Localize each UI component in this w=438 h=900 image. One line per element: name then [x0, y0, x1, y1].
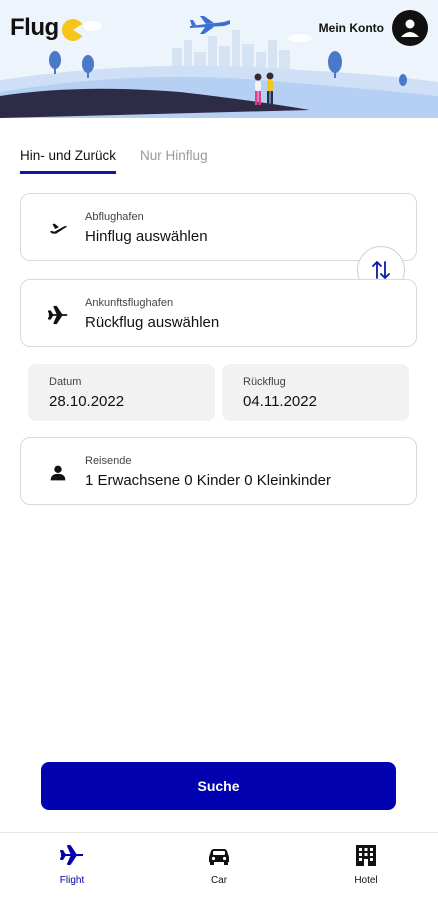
car-icon [209, 849, 229, 865]
departure-label: Abflughafen [85, 211, 144, 223]
plane-icon [47, 305, 68, 325]
arrival-value: Rückflug auswählen [85, 314, 220, 331]
plane-takeoff-icon [49, 223, 67, 234]
bottom-navigation: Flight Car Hotel [0, 832, 438, 900]
header-banner: Flug Mein Konto [0, 0, 438, 118]
hotel-icon [356, 845, 376, 866]
departure-value: Hinflug auswählen [85, 228, 208, 245]
app-logo[interactable]: Flug [10, 14, 59, 42]
avatar[interactable] [392, 10, 428, 46]
departure-airport-field[interactable]: Abflughafen Hinflug auswählen [20, 193, 417, 261]
arrival-airport-field[interactable]: Ankunftsflughafen Rückflug auswählen [20, 279, 417, 347]
logo-text: Flug [10, 14, 59, 41]
logo-accent-icon [62, 19, 84, 41]
return-date-label: Rückflug [243, 376, 286, 388]
nav-item-hotel[interactable]: Hotel [326, 843, 406, 886]
account-menu[interactable]: Mein Konto [319, 10, 428, 46]
account-label: Mein Konto [318, 21, 384, 35]
nav-item-flight[interactable]: Flight [32, 843, 112, 886]
nav-label-flight: Flight [59, 875, 85, 886]
departure-date-field[interactable]: Datum 28.10.2022 [28, 364, 215, 421]
travelers-field[interactable]: Reisende 1 Erwachsene 0 Kinder 0 Kleinki… [20, 437, 417, 505]
search-button[interactable]: Suche [41, 762, 396, 810]
nav-label-car: Car [210, 875, 228, 886]
return-date-value: 04.11.2022 [243, 393, 317, 410]
arrival-label: Ankunftsflughafen [85, 297, 174, 309]
travelers-value: 1 Erwachsene 0 Kinder 0 Kleinkinder [85, 472, 331, 489]
travelers-label: Reisende [85, 455, 132, 467]
person-icon [50, 465, 66, 481]
departure-date-label: Datum [49, 376, 82, 388]
trip-type-tabs: Hin- und Zurück Nur Hinflug [20, 148, 208, 174]
tab-round-trip[interactable]: Hin- und Zurück [20, 148, 117, 174]
return-date-field[interactable]: Rückflug 04.11.2022 [222, 364, 409, 421]
nav-label-hotel: Hotel [354, 875, 378, 886]
tab-one-way[interactable]: Nur Hinflug [140, 148, 208, 174]
plane-icon [60, 845, 83, 865]
departure-date-value: 28.10.2022 [49, 393, 125, 410]
nav-item-car[interactable]: Car [179, 843, 259, 886]
user-icon [401, 19, 419, 37]
